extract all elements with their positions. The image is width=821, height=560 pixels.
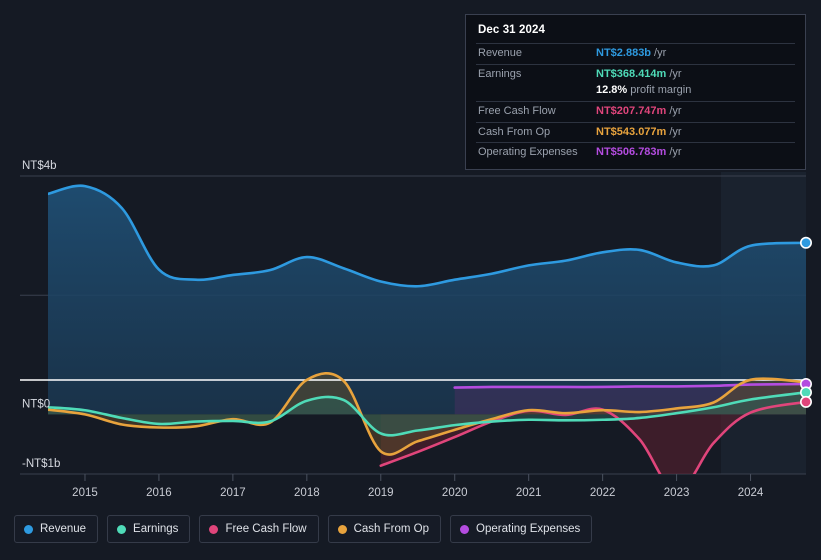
x-axis-tick-label: 2017 — [220, 487, 246, 499]
legend-item-free-cash-flow[interactable]: Free Cash Flow — [199, 515, 319, 543]
legend-color-dot — [460, 524, 470, 534]
data-tooltip: Dec 31 2024 Revenue NT$2.883b/yr Earnings N… — [465, 14, 806, 170]
tooltip-row-suffix: /yr — [669, 146, 682, 159]
legend-color-dot — [337, 524, 347, 534]
legend-color-dot — [209, 524, 219, 534]
tooltip-row: Revenue NT$2.883b/yr — [476, 43, 795, 64]
tooltip-row-value-wrap: NT$506.783m/yr — [596, 146, 682, 159]
x-axis-tick-label: 2024 — [738, 487, 764, 499]
tooltip-row: Operating Expenses NT$506.783m/yr — [476, 142, 795, 163]
tooltip-row: Cash From Op NT$543.077m/yr — [476, 121, 795, 143]
tooltip-row: 12.8% profit margin — [476, 84, 795, 101]
x-axis-tick-label: 2018 — [294, 487, 320, 499]
tooltip-row-label: Operating Expenses — [478, 146, 578, 159]
tooltip-row-value-wrap: NT$368.414m/yr — [596, 67, 682, 81]
legend-item-label: Operating Expenses — [476, 523, 581, 535]
y-axis-tick-label: -NT$1b — [22, 458, 60, 470]
legend-color-dot — [24, 524, 33, 534]
tooltip-row-label: Earnings — [478, 67, 522, 80]
tooltip-row-label: Cash From Op — [478, 125, 551, 138]
x-axis-tick-label: 2020 — [442, 487, 468, 499]
x-axis-tick-label: 2015 — [72, 487, 98, 499]
endpoint-marker-revenue[interactable] — [799, 236, 812, 249]
tooltip-row-suffix: /yr — [669, 125, 682, 138]
y-axis-tick-label: NT$4b — [22, 160, 57, 172]
tooltip-row: Free Cash Flow NT$207.747m/yr — [476, 101, 795, 122]
tooltip-row-value: 12.8% — [596, 84, 628, 97]
legend-item-earnings[interactable]: Earnings — [107, 515, 191, 543]
legend-item-cash-from-op[interactable]: Cash From Op — [327, 515, 442, 543]
tooltip-row-value: NT$543.077m — [596, 125, 667, 138]
x-axis-tick-label: 2019 — [368, 487, 394, 499]
x-axis-labels: 2015 2016 2017 2018 2019 2020 2021 2022 2023 2024 — [72, 474, 764, 499]
tooltip-row-label: Free Cash Flow — [478, 105, 556, 118]
tooltip-row-label: Revenue — [478, 47, 523, 60]
tooltip-row-value-wrap: NT$207.747m/yr — [596, 105, 682, 118]
tooltip-row-suffix: /yr — [654, 47, 667, 60]
x-axis-tick-label: 2016 — [146, 487, 172, 499]
tooltip-row-value: NT$207.747m — [596, 105, 667, 118]
x-axis-tick-label: 2022 — [590, 487, 616, 499]
legend-color-dot — [117, 524, 127, 534]
y-axis-tick-label: NT$0 — [22, 398, 50, 410]
tooltip-row-value-wrap: 12.8% profit margin — [596, 85, 691, 97]
legend-item-revenue[interactable]: Revenue — [14, 515, 99, 543]
tooltip-row-suffix: profit margin — [630, 84, 692, 97]
legend-item-label: Earnings — [133, 523, 179, 535]
x-axis-tick-label: 2021 — [516, 487, 542, 499]
tooltip-row-value: NT$368.414m — [596, 67, 667, 80]
tooltip-row-suffix: /yr — [669, 105, 682, 118]
legend-item-label: Free Cash Flow — [225, 523, 307, 535]
tooltip-row-value: NT$2.883b — [596, 47, 652, 60]
financial-chart-widget: NT$4b NT$0 -NT$1b 2015 2016 2017 2018 2019 2020… — [0, 0, 821, 560]
tooltip-row-value-wrap: NT$2.883b/yr — [596, 47, 667, 60]
tooltip-row-suffix: /yr — [669, 67, 682, 80]
legend-item-label: Cash From Op — [353, 523, 430, 535]
tooltip-date: Dec 31 2024 — [478, 24, 545, 36]
tooltip-rows: Revenue NT$2.883b/yr Earnings NT$368.414m/y… — [476, 43, 795, 163]
legend-item-label: Revenue — [40, 523, 87, 535]
x-axis-tick-label: 2023 — [664, 487, 690, 499]
tooltip-row: Earnings NT$368.414m/yr — [476, 63, 795, 85]
legend-item-operating-expenses[interactable]: Operating Expenses — [450, 515, 593, 543]
chart-legend[interactable]: Revenue Earnings Free Cash Flow Cash From O… — [14, 515, 593, 543]
tooltip-row-value: NT$506.783m — [596, 146, 667, 159]
tooltip-row-value-wrap: NT$543.077m/yr — [596, 125, 682, 139]
endpoint-marker-free-cash-flow[interactable] — [799, 395, 812, 408]
